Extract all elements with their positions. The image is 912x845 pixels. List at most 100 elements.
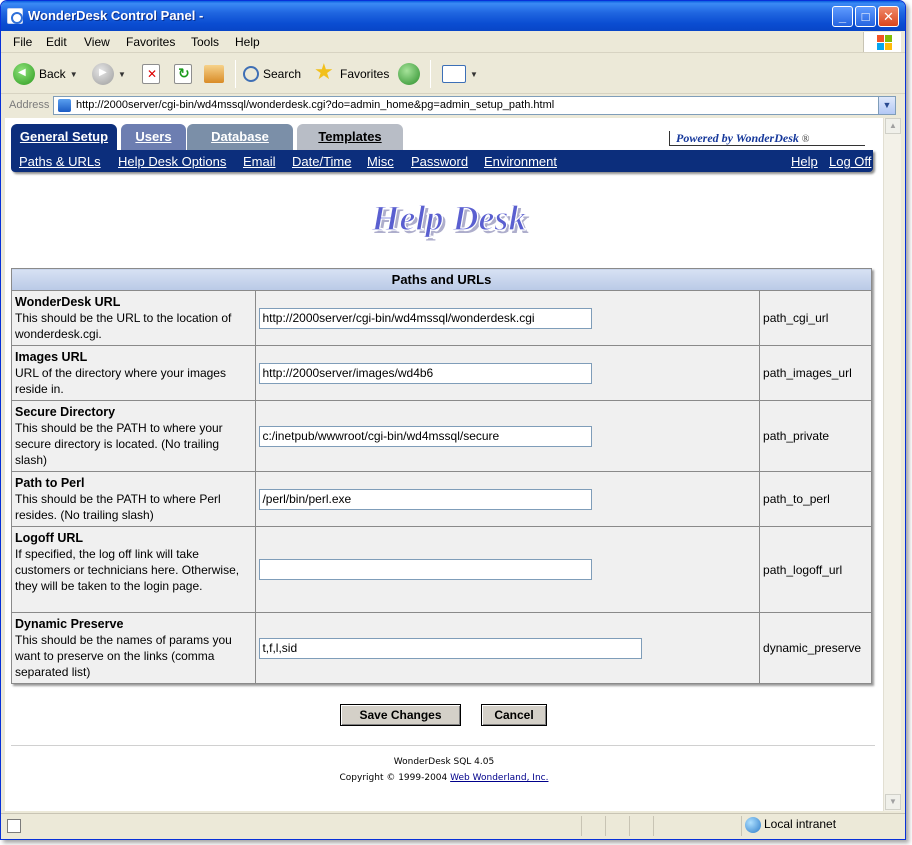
- nav-help-desk-options[interactable]: Help Desk Options: [118, 154, 226, 169]
- menu-file[interactable]: File: [13, 35, 32, 49]
- title-bar[interactable]: WonderDesk Control Panel - _ □ ✕: [1, 1, 905, 31]
- mail-dropdown-icon[interactable]: ▼: [470, 70, 478, 79]
- address-bar: Address http://2000server/cgi-bin/wd4mss…: [1, 95, 905, 117]
- web-wonderland-link[interactable]: Web Wonderland, Inc.: [450, 773, 548, 783]
- scroll-up-icon[interactable]: ▲: [885, 118, 901, 134]
- minimize-button[interactable]: _: [832, 6, 853, 27]
- setting-title: Path to Perl: [15, 476, 85, 490]
- perl-path-input[interactable]: /perl/bin/perl.exe: [259, 488, 593, 510]
- stop-button[interactable]: [142, 61, 160, 87]
- back-arrow-icon: [13, 63, 35, 85]
- setting-description: This should be the PATH to where your se…: [15, 421, 223, 467]
- vertical-scrollbar[interactable]: ▲ ▼: [883, 118, 901, 811]
- close-button[interactable]: ✕: [878, 6, 899, 27]
- table-row: Path to Perl This should be the PATH to …: [10, 471, 872, 527]
- setting-description: If specified, the log off link will take…: [15, 547, 240, 593]
- scroll-down-icon[interactable]: ▼: [885, 794, 901, 810]
- svg-text:Help Desk: Help Desk: [371, 198, 527, 238]
- setting-description: This should be the URL to the location o…: [15, 311, 232, 341]
- search-icon: [243, 66, 259, 82]
- favorites-star-icon: [314, 59, 336, 85]
- back-button[interactable]: Back ▼: [13, 61, 78, 87]
- back-dropdown-icon[interactable]: ▼: [70, 70, 78, 79]
- ie-page-icon: [7, 8, 23, 24]
- nav-password[interactable]: Password: [411, 154, 468, 169]
- setting-title: Logoff URL: [15, 531, 84, 545]
- setting-key: path_to_perl: [759, 471, 872, 527]
- table-row: Dynamic Preserve This should be the name…: [10, 612, 872, 684]
- nav-environment[interactable]: Environment: [484, 154, 557, 169]
- setting-label: Dynamic Preserve This should be the name…: [10, 612, 257, 684]
- status-cell: [629, 816, 630, 836]
- windows-logo-icon: [863, 32, 901, 52]
- paths-urls-table: Paths and URLs WonderDesk URL This shoul…: [10, 268, 872, 684]
- favorites-label: Favorites: [340, 67, 390, 81]
- version-text: WonderDesk SQL 4.05: [393, 757, 495, 767]
- menu-bar: File Edit View Favorites Tools Help: [1, 31, 905, 53]
- setting-label: Secure Directory This should be the PATH…: [10, 400, 257, 472]
- history-icon: [398, 63, 420, 85]
- nav-paths-urls[interactable]: Paths & URLs: [19, 154, 101, 169]
- status-cell: [581, 816, 582, 836]
- toolbar-separator: [430, 60, 431, 88]
- address-dropdown-icon[interactable]: ▼: [878, 97, 895, 114]
- search-button[interactable]: Search: [243, 61, 301, 87]
- maximize-button[interactable]: □: [855, 6, 876, 27]
- copyright-line: Copyright © 1999-2004 Web Wonderland, In…: [5, 773, 883, 783]
- tab-general-setup[interactable]: General Setup: [11, 124, 117, 150]
- setting-label: Logoff URL If specified, the log off lin…: [10, 526, 257, 613]
- nav-email[interactable]: Email: [243, 154, 276, 169]
- save-changes-button[interactable]: Save Changes: [340, 704, 461, 726]
- menu-help[interactable]: Help: [235, 35, 260, 49]
- forward-arrow-icon: [92, 63, 114, 85]
- zone-label: Local intranet: [764, 817, 837, 832]
- address-input[interactable]: http://2000server/cgi-bin/wd4mssql/wonde…: [53, 96, 896, 115]
- dynamic-preserve-input[interactable]: t,f,l,sid: [259, 637, 643, 659]
- registered-mark: ®: [801, 134, 810, 145]
- tab-templates[interactable]: Templates: [297, 124, 403, 150]
- mail-icon: [442, 65, 466, 83]
- setting-label: WonderDesk URL This should be the URL to…: [10, 290, 257, 346]
- setting-label: Path to Perl This should be the PATH to …: [10, 471, 257, 527]
- toolbar-separator: [235, 60, 236, 88]
- table-header: Paths and URLs: [11, 268, 872, 291]
- nav-log-off[interactable]: Log Off: [829, 154, 871, 169]
- standard-toolbar: Back ▼ ▼ Search Favorites: [1, 54, 905, 94]
- nav-misc[interactable]: Misc: [367, 154, 394, 169]
- help-desk-logo: Help Desk Help Desk: [370, 197, 530, 241]
- wonderdesk-url-input[interactable]: http://2000server/cgi-bin/wd4mssql/wonde…: [259, 307, 593, 329]
- favorites-button[interactable]: Favorites: [314, 59, 390, 87]
- nav-help[interactable]: Help: [791, 154, 818, 169]
- copyright-text: Copyright © 1999-2004: [339, 773, 448, 783]
- tab-users[interactable]: Users: [121, 124, 186, 150]
- setting-key: path_private: [759, 400, 872, 472]
- mail-button[interactable]: ▼: [442, 61, 478, 87]
- tab-database[interactable]: Database: [187, 124, 293, 150]
- refresh-button[interactable]: [174, 61, 192, 87]
- setting-key: path_logoff_url: [759, 526, 872, 613]
- nav-date-time[interactable]: Date/Time: [292, 154, 351, 169]
- menu-favorites[interactable]: Favorites: [126, 35, 175, 49]
- secure-directory-input[interactable]: c:/inetpub/wwwroot/cgi-bin/wd4mssql/secu…: [259, 425, 593, 447]
- address-label: Address: [9, 99, 50, 111]
- menu-edit[interactable]: Edit: [46, 35, 67, 49]
- forward-dropdown-icon[interactable]: ▼: [118, 70, 126, 79]
- status-bar: Local intranet: [1, 813, 905, 839]
- powered-by-text: Powered by WonderDesk: [676, 131, 799, 145]
- status-cell: [605, 816, 606, 836]
- table-row: Images URL URL of the directory where yo…: [10, 345, 872, 401]
- setting-description: This should be the PATH to where Perl re…: [15, 492, 221, 522]
- history-button[interactable]: [398, 61, 420, 87]
- forward-button[interactable]: ▼: [92, 61, 126, 87]
- menu-tools[interactable]: Tools: [191, 35, 219, 49]
- cancel-button[interactable]: Cancel: [481, 704, 547, 726]
- images-url-input[interactable]: http://2000server/images/wd4b6: [259, 362, 593, 384]
- back-label: Back: [39, 67, 66, 81]
- setting-key: path_images_url: [759, 345, 872, 401]
- logoff-url-input[interactable]: [259, 559, 593, 580]
- search-label: Search: [263, 67, 302, 81]
- menu-view[interactable]: View: [84, 35, 110, 49]
- home-button[interactable]: [204, 61, 224, 87]
- sub-navigation: Paths & URLs Help Desk Options Email Dat…: [11, 150, 873, 172]
- setting-title: WonderDesk URL: [15, 295, 121, 309]
